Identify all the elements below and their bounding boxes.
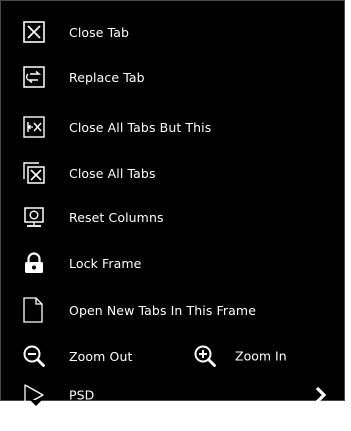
menu-item-label: Close All Tabs bbox=[69, 165, 156, 181]
menu-item-label: Close All Tabs But This bbox=[69, 119, 212, 135]
menu-item-label: Replace Tab bbox=[69, 69, 145, 85]
menu-item-close-all-tabs[interactable]: Close All Tabs bbox=[1, 155, 344, 191]
menu-item-zoom-in[interactable]: Zoom In bbox=[187, 338, 307, 374]
menu-pointer bbox=[30, 400, 42, 406]
replace-tab-icon bbox=[22, 65, 46, 89]
close-others-icon bbox=[22, 115, 46, 139]
menu-item-zoom-out[interactable]: Zoom Out bbox=[1, 338, 171, 374]
new-document-icon bbox=[22, 297, 44, 323]
menu-item-label: Open New Tabs In This Frame bbox=[69, 302, 256, 318]
menu-item-label: Zoom In bbox=[235, 348, 287, 364]
zoom-out-icon bbox=[22, 344, 46, 368]
reset-columns-icon bbox=[22, 205, 46, 229]
menu-item-close-tab[interactable]: Close Tab bbox=[1, 14, 344, 50]
menu-item-label: Lock Frame bbox=[69, 255, 142, 271]
menu-item-replace-tab[interactable]: Replace Tab bbox=[1, 59, 344, 95]
zoom-in-icon bbox=[193, 344, 217, 368]
menu-item-psd[interactable]: PSD bbox=[1, 383, 344, 407]
close-tab-icon bbox=[22, 20, 46, 44]
menu-item-label: Reset Columns bbox=[69, 209, 164, 225]
menu-item-label: PSD bbox=[69, 387, 95, 403]
close-all-tabs-icon bbox=[22, 161, 46, 185]
menu-item-reset-columns[interactable]: Reset Columns bbox=[1, 199, 344, 235]
menu-item-open-new-tabs[interactable]: Open New Tabs In This Frame bbox=[1, 292, 344, 328]
menu-item-label: Zoom Out bbox=[69, 348, 133, 364]
menu-item-close-all-but-this[interactable]: Close All Tabs But This bbox=[1, 109, 344, 145]
lock-icon bbox=[22, 251, 46, 275]
context-menu: Close Tab Replace Tab Close All Tabs But… bbox=[0, 0, 345, 406]
menu-item-label: Close Tab bbox=[69, 24, 130, 40]
menu-item-lock-frame[interactable]: Lock Frame bbox=[1, 245, 344, 281]
chevron-right-icon bbox=[313, 386, 329, 404]
